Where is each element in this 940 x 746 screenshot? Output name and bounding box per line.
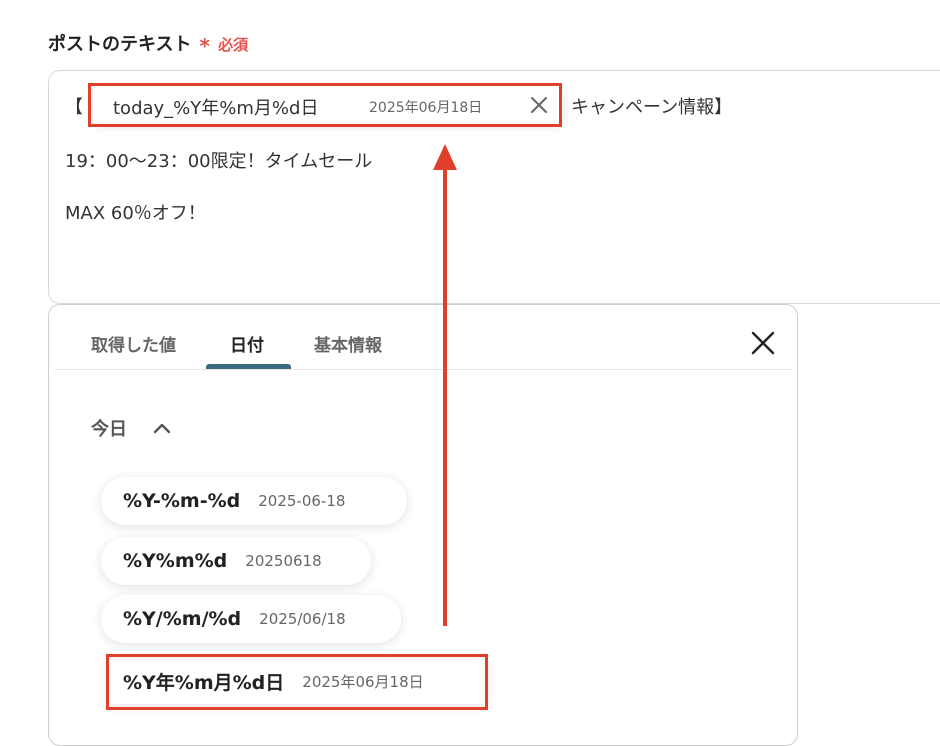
required-indicator: * 必須 (199, 31, 249, 58)
variable-picker-panel: 取得した値 日付 基本情報 今日 %Y-%m-%d 2025-06-18 %Y%… (48, 304, 798, 746)
date-format-option[interactable]: %Y%m%d 20250618 (101, 537, 371, 585)
date-token-chip[interactable]: today_%Y年%m月%d日 2025年06月18日 (93, 85, 563, 125)
post-line-2: 19：00〜23：00限定！タイムセール (65, 151, 373, 172)
required-text: 必須 (218, 36, 249, 54)
date-format-option[interactable]: %Y/%m/%d 2025/06/18 (101, 595, 401, 643)
field-label: ポストのテキスト * 必須 (48, 30, 249, 58)
date-format-option[interactable]: %Y-%m-%d 2025-06-18 (101, 477, 407, 525)
chevron-up-icon (153, 423, 171, 434)
option-format: %Y-%m-%d (123, 490, 241, 512)
tab-retrieved-values[interactable]: 取得した値 (91, 331, 176, 356)
section-title: 今日 (91, 419, 127, 440)
token-name: today_%Y年%m月%d日 (113, 98, 319, 119)
required-star: * (199, 34, 210, 58)
tab-bar: 取得した値 日付 基本情報 (49, 305, 797, 371)
tabs-divider (55, 369, 791, 370)
token-value: 2025年06月18日 (369, 100, 483, 116)
option-format: %Y%m%d (123, 550, 228, 572)
line1-rest: キャンペーン情報】 (571, 97, 733, 118)
remove-token-icon[interactable] (527, 93, 551, 117)
option-value: 2025年06月18日 (302, 672, 424, 691)
option-format: %Y/%m/%d (123, 608, 242, 630)
date-format-option-selected[interactable]: %Y年%m月%d日 2025年06月18日 (109, 658, 487, 704)
post-line-3: MAX 60％オフ！ (65, 203, 206, 224)
option-value: 2025-06-18 (258, 492, 346, 510)
option-format: %Y年%m月%d日 (123, 671, 285, 694)
tab-date[interactable]: 日付 (230, 331, 264, 356)
bracket-open: 【 (65, 97, 83, 118)
tab-basic-info[interactable]: 基本情報 (314, 331, 382, 356)
option-value: 2025/06/18 (259, 610, 346, 628)
post-text-editor[interactable]: 【 today_%Y年%m月%d日 2025年06月18日 キャンペーン情報】 … (48, 70, 940, 304)
section-today-toggle[interactable]: 今日 (91, 415, 171, 441)
close-icon[interactable] (749, 329, 777, 357)
field-label-text: ポストのテキスト (48, 34, 192, 55)
option-value: 20250618 (245, 552, 322, 570)
